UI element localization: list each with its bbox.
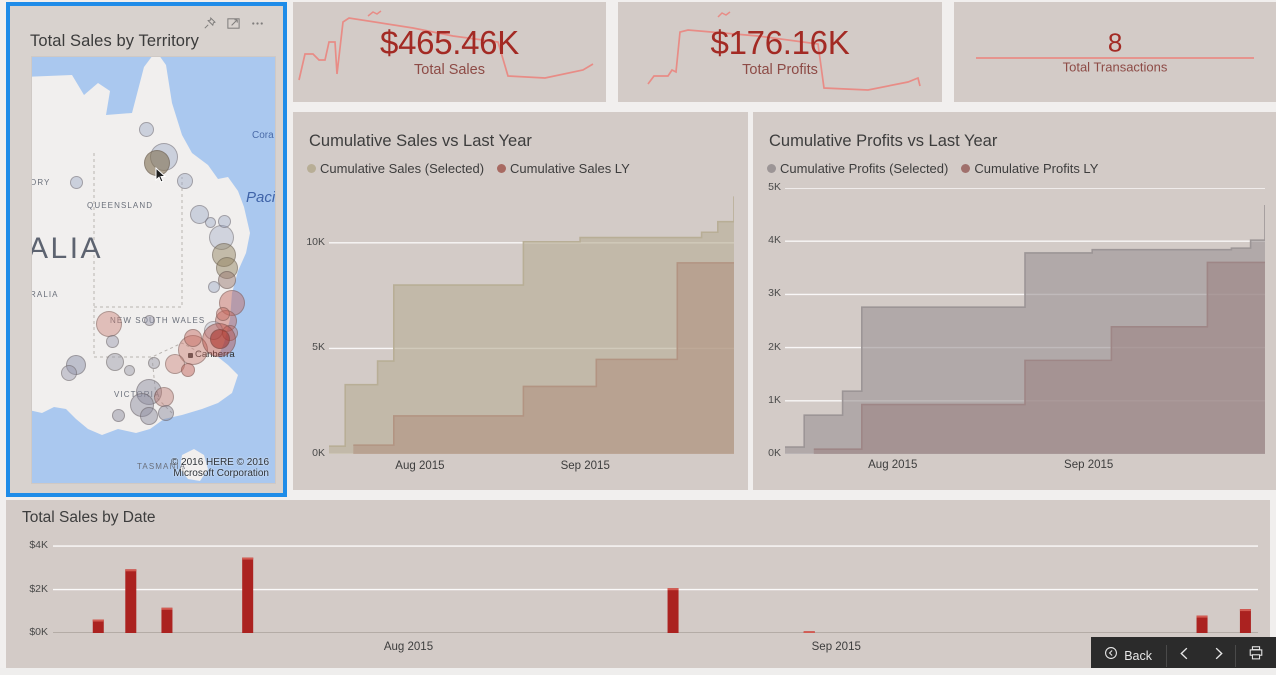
total-sales-by-date-plot[interactable] bbox=[53, 533, 1258, 633]
map-bubble[interactable] bbox=[181, 363, 195, 377]
map-bubble[interactable] bbox=[210, 329, 230, 349]
map-label-queensland: QUEENSLAND bbox=[87, 201, 154, 210]
map-bubble[interactable] bbox=[148, 357, 160, 369]
map-bubble[interactable] bbox=[218, 215, 231, 228]
map-title: Total Sales by Territory bbox=[30, 32, 199, 50]
x-axis-tick: Sep 2015 bbox=[1064, 459, 1114, 471]
map-bubble[interactable] bbox=[144, 315, 155, 326]
legend-swatch bbox=[497, 164, 507, 173]
x-axis-tick: Aug 2015 bbox=[395, 460, 445, 472]
canvas-bottom-strip bbox=[0, 668, 1276, 675]
cumulative-sales-card[interactable]: Cumulative Sales vs Last Year Cumulative… bbox=[293, 112, 748, 490]
total-sales-by-date-card[interactable]: Total Sales by Date Aug 2015 Sep 2015 $0… bbox=[6, 500, 1270, 668]
map-bubble[interactable] bbox=[154, 387, 174, 407]
map-attribution-line2: Microsoft Corporation bbox=[173, 467, 269, 479]
y-axis-tick: 5K bbox=[312, 341, 325, 354]
y-axis-tick: 2K bbox=[768, 340, 781, 353]
y-axis-tick: $2K bbox=[29, 582, 48, 595]
kpi-card-total-profits[interactable]: $176.16K Total Profits bbox=[618, 2, 942, 102]
card-title: Total Sales by Date bbox=[22, 509, 156, 526]
map-bubble[interactable] bbox=[158, 405, 174, 421]
legend-item[interactable]: Cumulative Sales LY bbox=[497, 161, 630, 176]
cumulative-profits-plot[interactable] bbox=[785, 188, 1265, 454]
map-bubble[interactable] bbox=[61, 365, 77, 381]
y-axis-tick: 4K bbox=[768, 234, 781, 247]
visual-header-icons bbox=[202, 16, 265, 31]
map-visual-card[interactable]: Total Sales by Territory Cora Pacif bbox=[6, 2, 287, 497]
printer-icon bbox=[1248, 645, 1264, 666]
map-bubble[interactable] bbox=[177, 173, 193, 189]
map-bubble[interactable] bbox=[139, 122, 154, 137]
y-axis-tick: 10K bbox=[306, 235, 325, 248]
legend-item[interactable]: Cumulative Profits LY bbox=[961, 161, 1098, 176]
y-axis-tick: $0K bbox=[29, 626, 48, 638]
kpi-card-total-transactions[interactable]: 8 Total Transactions bbox=[954, 2, 1276, 102]
sparkline-total-transactions bbox=[976, 57, 1254, 59]
y-axis-tick: 0K bbox=[768, 447, 781, 459]
sparkline-total-profits bbox=[647, 11, 921, 91]
map-bubble[interactable] bbox=[96, 311, 122, 337]
map-bubble[interactable] bbox=[140, 407, 158, 425]
y-axis-tick: 5K bbox=[768, 181, 781, 193]
legend-item[interactable]: Cumulative Sales (Selected) bbox=[307, 161, 484, 176]
focus-mode-icon[interactable] bbox=[226, 16, 241, 31]
map-bubble[interactable] bbox=[124, 365, 135, 376]
y-axis-tick: 0K bbox=[312, 447, 325, 459]
x-axis-tick: Sep 2015 bbox=[811, 641, 861, 653]
legend-swatch bbox=[307, 164, 316, 173]
back-circle-icon bbox=[1104, 646, 1118, 665]
y-axis-tick: 3K bbox=[768, 287, 781, 300]
legend-item[interactable]: Cumulative Profits (Selected) bbox=[767, 161, 948, 176]
map-label-new-south-wales: NEW SOUTH WALES bbox=[110, 316, 206, 325]
powerbi-report-canvas: Total Sales by Territory Cora Pacif bbox=[0, 0, 1276, 675]
map-label-australia-partial: RALIA bbox=[31, 290, 59, 299]
legend: Cumulative Sales (Selected) Cumulative S… bbox=[307, 161, 630, 176]
y-axis-tick: $4K bbox=[29, 539, 48, 552]
map-bubble[interactable] bbox=[112, 409, 125, 422]
card-title: Cumulative Sales vs Last Year bbox=[309, 132, 532, 150]
chevron-left-icon bbox=[1176, 645, 1193, 667]
map-bubble[interactable] bbox=[218, 271, 236, 289]
back-button-label: Back bbox=[1124, 648, 1152, 663]
legend-swatch bbox=[767, 164, 776, 173]
map-card-inner: Total Sales by Territory Cora Pacif bbox=[14, 10, 279, 489]
card-title: Cumulative Profits vs Last Year bbox=[769, 132, 998, 150]
map-bubble[interactable] bbox=[106, 335, 119, 348]
map-attribution-line1: © 2016 HERE © 2016 bbox=[170, 456, 269, 468]
map-bubble[interactable] bbox=[216, 307, 230, 321]
map-bubble[interactable] bbox=[208, 281, 220, 293]
legend-label: Cumulative Profits (Selected) bbox=[780, 161, 949, 176]
map-attribution: © 2016 HERE © 2016 Microsoft Corporation bbox=[171, 457, 269, 479]
x-axis-tick: Sep 2015 bbox=[560, 460, 610, 472]
x-axis-tick: Aug 2015 bbox=[868, 459, 918, 471]
legend-label: Cumulative Sales LY bbox=[510, 161, 630, 176]
cumulative-profits-card[interactable]: Cumulative Profits vs Last Year Cumulati… bbox=[753, 112, 1276, 490]
map-label-pacific: Pacif bbox=[246, 189, 276, 206]
map-label-australia: ALIA bbox=[31, 232, 104, 265]
cumulative-sales-plot[interactable] bbox=[329, 190, 734, 454]
legend-label: Cumulative Sales (Selected) bbox=[320, 161, 485, 176]
more-options-icon[interactable] bbox=[250, 16, 265, 31]
pin-icon[interactable] bbox=[202, 16, 217, 31]
map-label-coral-sea: Cora bbox=[252, 130, 274, 141]
chevron-right-icon bbox=[1210, 645, 1227, 667]
map-label-territory: ORY bbox=[31, 178, 51, 187]
legend-label: Cumulative Profits LY bbox=[974, 161, 1099, 176]
mouse-cursor-icon bbox=[155, 166, 168, 184]
map-surface[interactable]: Cora Pacif ORY QUEENSLAND ALIA RALIA NEW… bbox=[31, 56, 276, 484]
x-axis-tick: Aug 2015 bbox=[383, 641, 434, 653]
map-bubble[interactable] bbox=[184, 329, 202, 347]
sparkline-total-sales bbox=[298, 10, 594, 81]
map-bubble[interactable] bbox=[106, 353, 124, 371]
map-bubble[interactable] bbox=[70, 176, 83, 189]
legend-swatch bbox=[961, 164, 971, 173]
y-axis-tick: 1K bbox=[768, 393, 781, 406]
legend: Cumulative Profits (Selected) Cumulative… bbox=[767, 161, 1098, 176]
kpi-card-total-sales[interactable]: $465.46K Total Sales bbox=[293, 2, 606, 102]
